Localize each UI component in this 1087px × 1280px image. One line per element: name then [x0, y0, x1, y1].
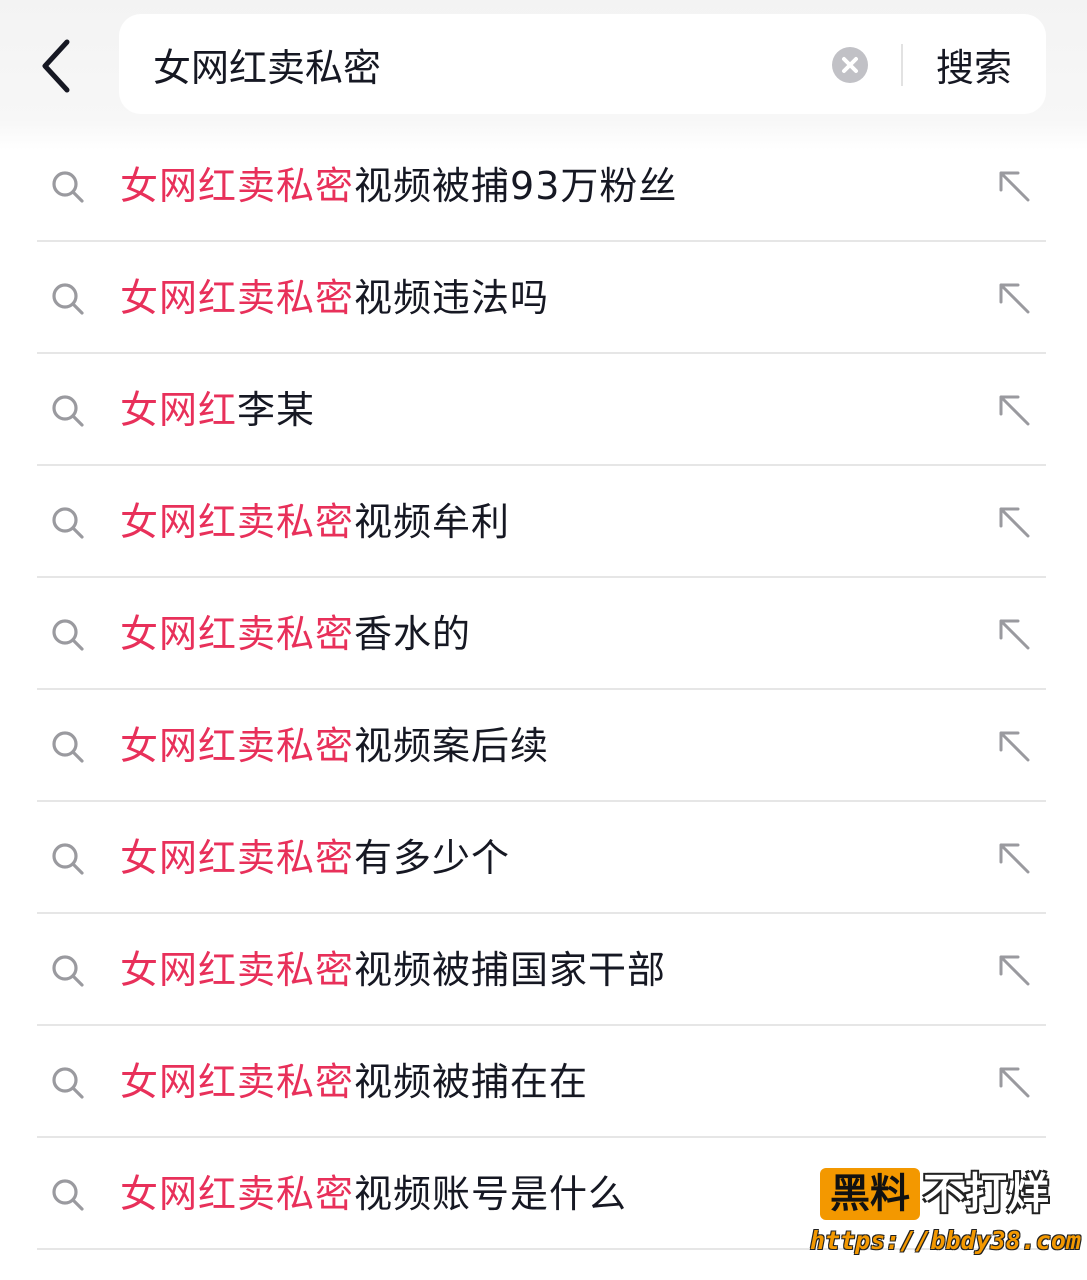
suggestion-rest: 视频违法吗 — [354, 276, 550, 320]
chevron-left-icon — [42, 39, 70, 93]
search-icon — [50, 505, 86, 541]
divider — [901, 44, 903, 86]
suggestion-match: 女网红卖私密 — [120, 724, 355, 768]
suggestion-match: 女网红卖私密 — [120, 500, 355, 544]
suggestion-rest: 视频被捕国家干部 — [354, 948, 667, 992]
suggestion-text: 女网红卖私密视频被捕在在 — [120, 1026, 588, 1138]
suggestion-match: 女网红卖私密 — [120, 948, 355, 992]
back-button[interactable] — [22, 28, 92, 104]
suggestion-rest: 香水的 — [354, 612, 472, 656]
suggestion-text: 女网红卖私密视频违法吗 — [120, 242, 549, 354]
suggestion-match: 女网红 — [120, 388, 238, 432]
fill-query-arrow-icon[interactable] — [994, 726, 1034, 766]
search-icon — [50, 393, 86, 429]
suggestion-text: 女网红卖私密视频牟利 — [120, 466, 510, 578]
suggestion-rest: 视频被捕在在 — [354, 1060, 589, 1104]
suggestion-text: 女网红卖私密视频账号是什么 — [120, 1138, 627, 1250]
suggestion-text: 女网红卖私密香水的 — [120, 578, 471, 690]
fill-query-arrow-icon[interactable] — [994, 278, 1034, 318]
fill-query-arrow-icon[interactable] — [994, 950, 1034, 990]
suggestion-rest: 视频牟利 — [354, 500, 511, 544]
clear-button[interactable] — [832, 47, 868, 83]
watermark: 黑料 不打烊 https://bbdy38.com — [805, 1168, 1081, 1268]
fill-query-arrow-icon[interactable] — [994, 1062, 1034, 1102]
suggestion-rest: 李某 — [237, 388, 316, 432]
suggestion-list: 女网红卖私密视频被捕93万粉丝 女网红卖私密视频违法吗 女网红李某 女网红卖私密视频牟… — [0, 130, 1087, 1250]
suggestion-item[interactable]: 女网红卖私密视频牟利 — [0, 466, 1087, 578]
suggestion-text: 女网红卖私密视频被捕93万粉丝 — [120, 130, 677, 242]
suggestion-item[interactable]: 女网红卖私密视频被捕国家干部 — [0, 914, 1087, 1026]
suggestion-rest: 视频被捕93万粉丝 — [354, 164, 678, 208]
suggestion-match: 女网红卖私密 — [120, 612, 355, 656]
watermark-url: https://bbdy38.com — [810, 1226, 1081, 1255]
suggestion-match: 女网红卖私密 — [120, 164, 355, 208]
search-box: 搜索 — [119, 14, 1046, 114]
search-input[interactable] — [153, 14, 793, 114]
suggestion-text: 女网红李某 — [120, 354, 315, 466]
suggestion-item[interactable]: 女网红卖私密视频违法吗 — [0, 242, 1087, 354]
search-icon — [50, 953, 86, 989]
suggestion-item[interactable]: 女网红李某 — [0, 354, 1087, 466]
search-icon — [50, 281, 86, 317]
suggestion-item[interactable]: 女网红卖私密有多少个 — [0, 802, 1087, 914]
fill-query-arrow-icon[interactable] — [994, 614, 1034, 654]
fill-query-arrow-icon[interactable] — [994, 390, 1034, 430]
suggestion-rest: 有多少个 — [354, 836, 511, 880]
suggestion-item[interactable]: 女网红卖私密视频案后续 — [0, 690, 1087, 802]
suggestion-text: 女网红卖私密视频案后续 — [120, 690, 549, 802]
suggestion-text: 女网红卖私密有多少个 — [120, 802, 510, 914]
suggestion-rest: 视频账号是什么 — [354, 1172, 628, 1216]
suggestion-match: 女网红卖私密 — [120, 1172, 355, 1216]
fill-query-arrow-icon[interactable] — [994, 166, 1034, 206]
watermark-brand: 黑料 — [820, 1168, 920, 1220]
search-icon — [50, 169, 86, 205]
suggestion-rest: 视频案后续 — [354, 724, 550, 768]
search-button[interactable]: 搜索 — [919, 14, 1029, 114]
watermark-tagline: 不打烊 — [923, 1169, 1050, 1218]
fill-query-arrow-icon[interactable] — [994, 502, 1034, 542]
suggestion-match: 女网红卖私密 — [120, 1060, 355, 1104]
search-icon — [50, 1177, 86, 1213]
suggestion-match: 女网红卖私密 — [120, 276, 355, 320]
search-icon — [50, 841, 86, 877]
suggestion-text: 女网红卖私密视频被捕国家干部 — [120, 914, 666, 1026]
suggestion-match: 女网红卖私密 — [120, 836, 355, 880]
suggestion-item[interactable]: 女网红卖私密香水的 — [0, 578, 1087, 690]
suggestion-item[interactable]: 女网红卖私密视频被捕93万粉丝 — [0, 130, 1087, 242]
fill-query-arrow-icon[interactable] — [994, 838, 1034, 878]
search-icon — [50, 729, 86, 765]
search-icon — [50, 617, 86, 653]
suggestion-item[interactable]: 女网红卖私密视频被捕在在 — [0, 1026, 1087, 1138]
search-icon — [50, 1065, 86, 1101]
close-icon — [842, 57, 858, 73]
